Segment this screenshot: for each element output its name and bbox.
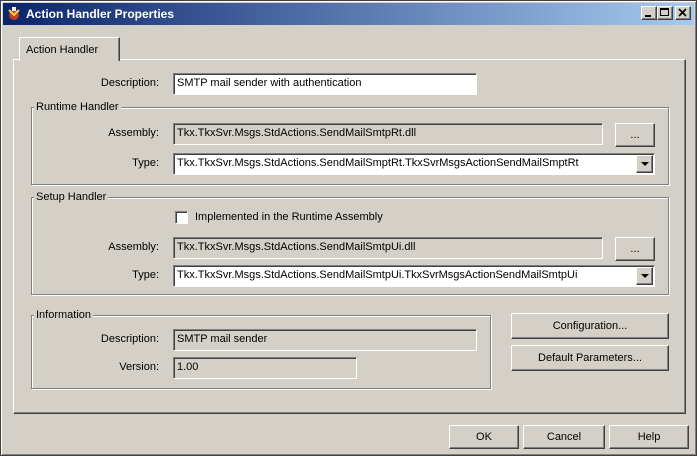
setup-type-label: Type: xyxy=(132,269,159,281)
runtime-browse-button[interactable]: ... xyxy=(615,123,655,147)
dialog-window: Action Handler Properties Action Handler… xyxy=(0,0,697,456)
info-version-label: Version: xyxy=(119,361,159,373)
help-button[interactable]: Help xyxy=(609,425,689,449)
configuration-button[interactable]: Configuration... xyxy=(511,313,669,339)
tab-action-handler[interactable]: Action Handler xyxy=(19,37,120,61)
runtime-assembly-label: Assembly: xyxy=(108,127,159,139)
minimize-icon[interactable] xyxy=(641,6,657,20)
app-icon xyxy=(6,6,22,22)
setup-type-select[interactable]: Tkx.TkxSvr.Msgs.StdActions.SendMailSmtpU… xyxy=(173,265,655,287)
title-bar[interactable]: Action Handler Properties xyxy=(3,3,694,25)
description-field[interactable]: SMTP mail sender with authentication xyxy=(173,73,477,95)
setup-assembly-field[interactable]: Tkx.TkxSvr.Msgs.StdActions.SendMailSmtpU… xyxy=(173,237,603,259)
setup-handler-title: Setup Handler xyxy=(34,191,109,203)
chevron-down-icon[interactable] xyxy=(636,155,653,173)
window-title: Action Handler Properties xyxy=(26,7,175,21)
cancel-button[interactable]: Cancel xyxy=(523,425,605,449)
implemented-in-runtime-checkbox[interactable] xyxy=(175,211,188,224)
info-version-field[interactable]: 1.00 xyxy=(173,357,357,379)
setup-type-value: Tkx.TkxSvr.Msgs.StdActions.SendMailSmtpU… xyxy=(177,269,578,281)
description-label: Description: xyxy=(100,77,159,89)
runtime-type-label: Type: xyxy=(132,157,159,169)
setup-browse-button[interactable]: ... xyxy=(615,237,655,261)
info-description-field[interactable]: SMTP mail sender xyxy=(173,329,477,351)
runtime-handler-title: Runtime Handler xyxy=(34,101,121,113)
chevron-down-icon[interactable] xyxy=(636,267,653,285)
info-description-label: Description: xyxy=(100,333,159,345)
ok-button[interactable]: OK xyxy=(449,425,519,449)
runtime-type-value: Tkx.TkxSvr.Msgs.StdActions.SendMailSmptR… xyxy=(177,157,579,169)
implemented-in-runtime-label: Implemented in the Runtime Assembly xyxy=(195,211,383,223)
tab-label: Action Handler xyxy=(26,43,99,56)
runtime-type-select[interactable]: Tkx.TkxSvr.Msgs.StdActions.SendMailSmptR… xyxy=(173,153,655,175)
runtime-assembly-field[interactable]: Tkx.TkxSvr.Msgs.StdActions.SendMailSmtpR… xyxy=(173,123,603,145)
setup-assembly-label: Assembly: xyxy=(108,241,159,253)
information-title: Information xyxy=(34,309,94,321)
default-parameters-button[interactable]: Default Parameters... xyxy=(511,345,669,371)
maximize-icon[interactable] xyxy=(657,6,673,20)
close-icon[interactable] xyxy=(675,6,691,20)
